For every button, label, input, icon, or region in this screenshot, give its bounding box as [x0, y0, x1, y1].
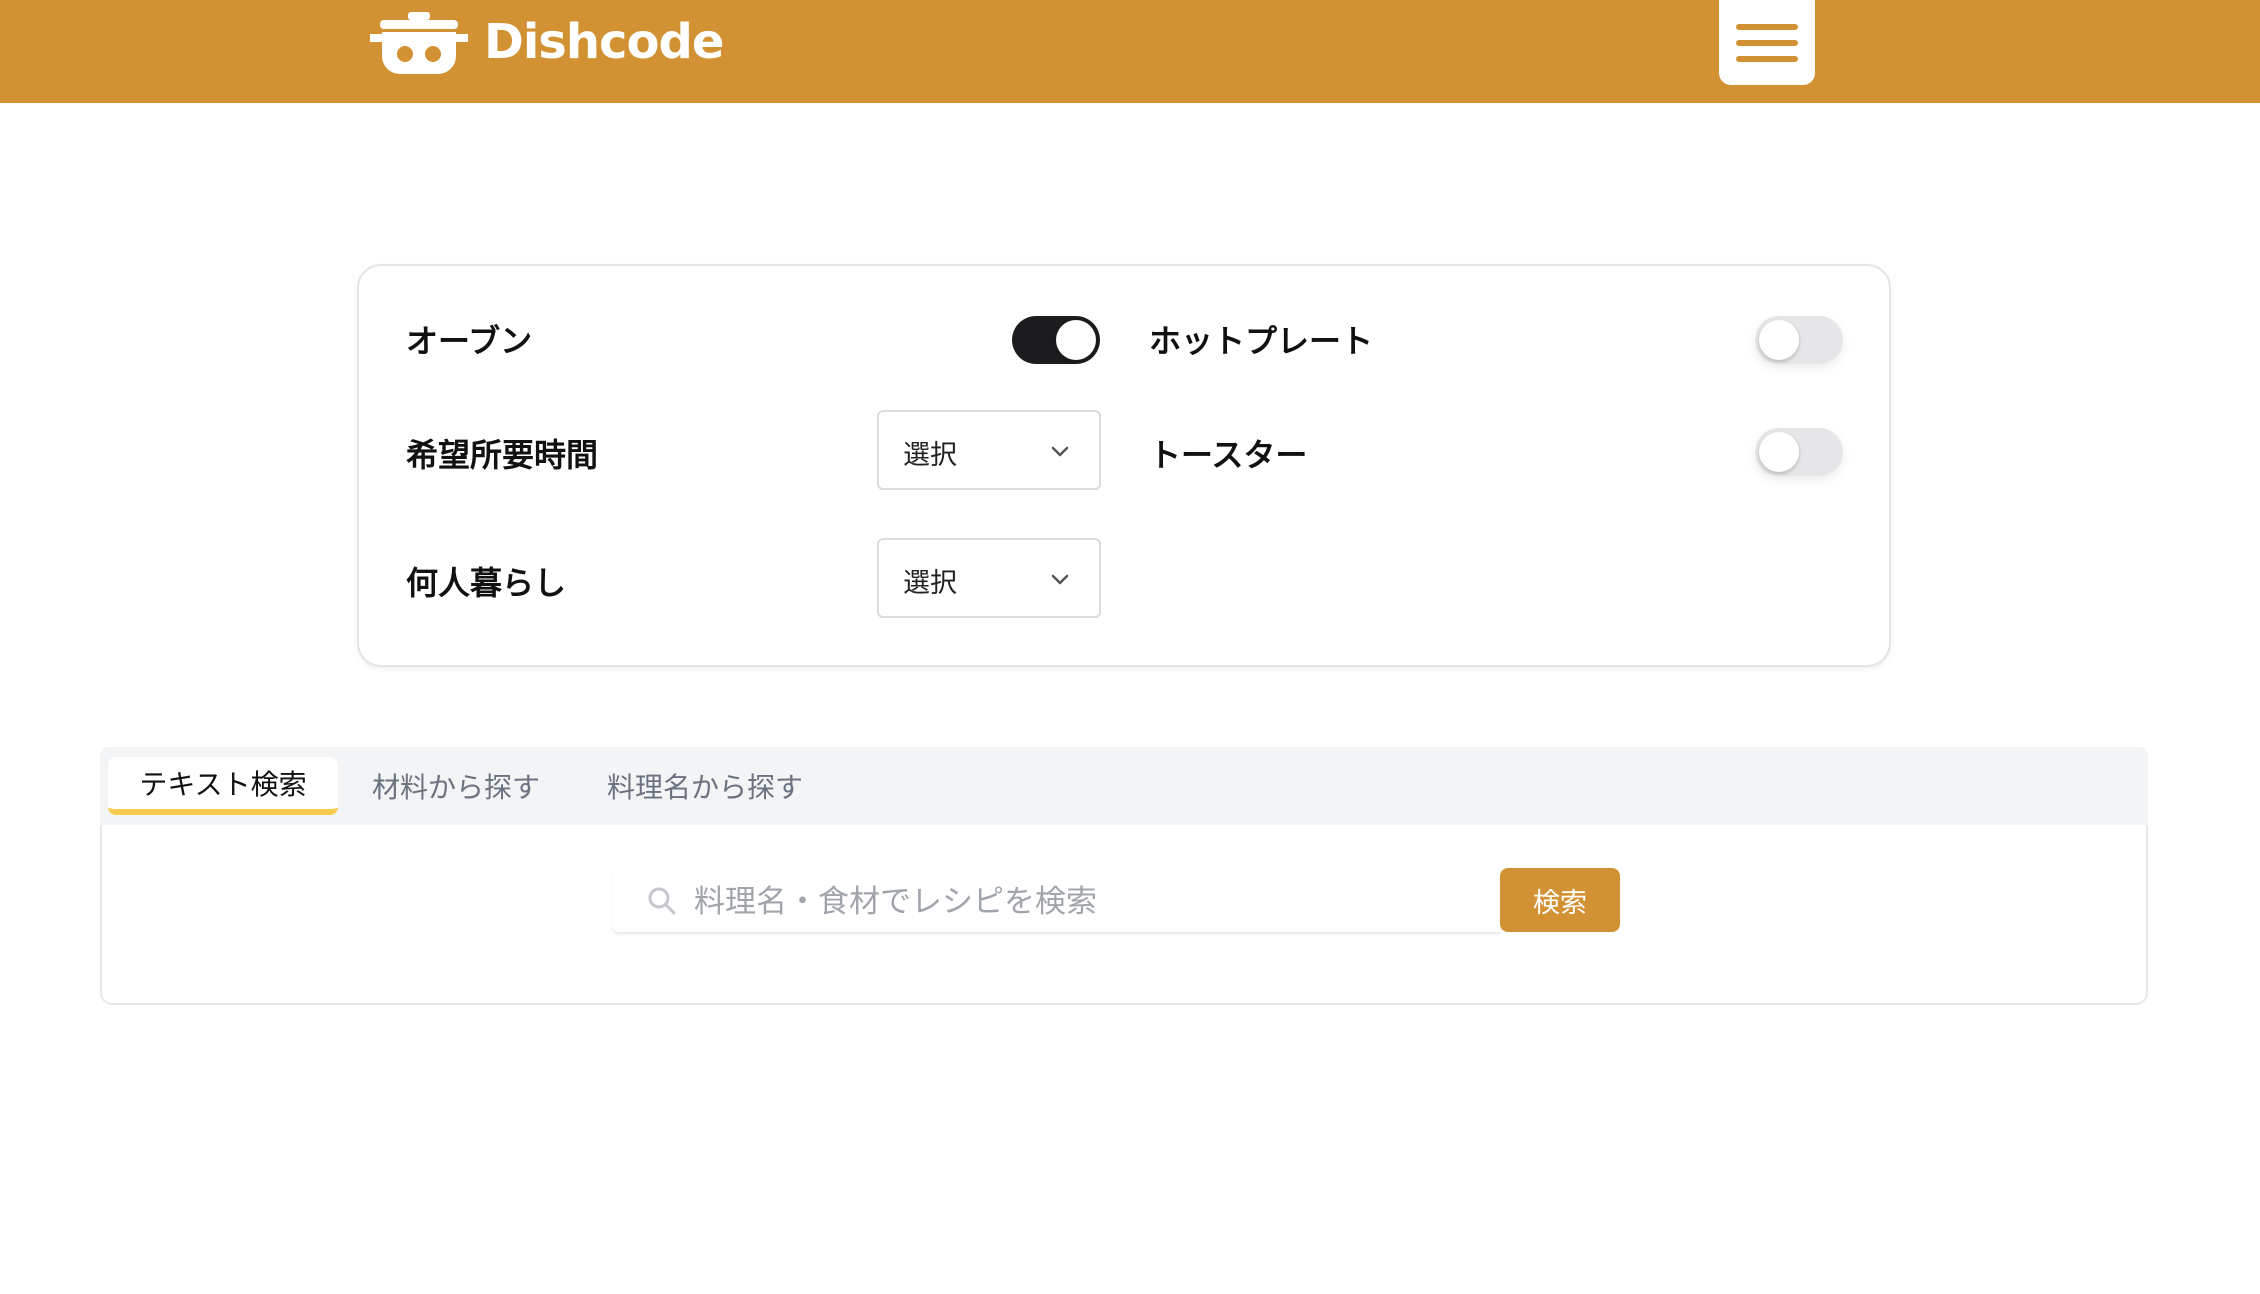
tab-text-search[interactable]: テキスト検索	[108, 757, 338, 815]
tab-dish-name-search[interactable]: 料理名から探す	[590, 757, 820, 815]
hotplate-label: ホットプレート	[1149, 322, 1374, 360]
brand-logo[interactable]: Dishcode	[368, 6, 724, 78]
toaster-label: トースター	[1149, 436, 1308, 474]
cooking-time-select-value: 選択	[903, 440, 957, 471]
hamburger-menu-button[interactable]	[1719, 0, 1815, 85]
pot-icon	[370, 12, 468, 74]
tab-ingredient-search[interactable]: 材料から探す	[356, 757, 556, 815]
household-size-select[interactable]: 選択	[877, 538, 1101, 618]
app-header: Dishcode	[0, 0, 2260, 103]
search-tab-bar: テキスト検索 材料から探す 料理名から探す	[100, 747, 2148, 827]
cooking-time-label: 希望所要時間	[406, 436, 599, 474]
chevron-down-icon	[1051, 574, 1069, 585]
search-field[interactable]	[612, 870, 1500, 934]
search-icon	[648, 887, 676, 915]
filter-card: オーブン ホットプレート 希望所要時間 選択 トースター 何人暮らし 選択	[357, 264, 1891, 667]
search-input[interactable]	[692, 878, 1472, 926]
oven-toggle[interactable]	[1012, 316, 1100, 364]
toggle-knob	[1759, 432, 1799, 472]
hotplate-toggle[interactable]	[1755, 316, 1843, 364]
household-size-select-value: 選択	[903, 568, 957, 599]
toggle-knob	[1759, 320, 1799, 360]
oven-label: オーブン	[406, 322, 533, 360]
toggle-knob	[1056, 320, 1096, 360]
hamburger-menu-icon	[1736, 23, 1798, 30]
chevron-down-icon	[1051, 446, 1069, 457]
hamburger-menu-icon-bar	[1736, 39, 1798, 46]
toaster-toggle[interactable]	[1755, 428, 1843, 476]
brand-name: Dishcode	[484, 14, 724, 70]
household-size-label: 何人暮らし	[406, 564, 567, 602]
cooking-time-select[interactable]: 選択	[877, 410, 1101, 490]
hamburger-menu-icon-bar	[1736, 55, 1798, 62]
search-button[interactable]: 検索	[1500, 868, 1620, 932]
